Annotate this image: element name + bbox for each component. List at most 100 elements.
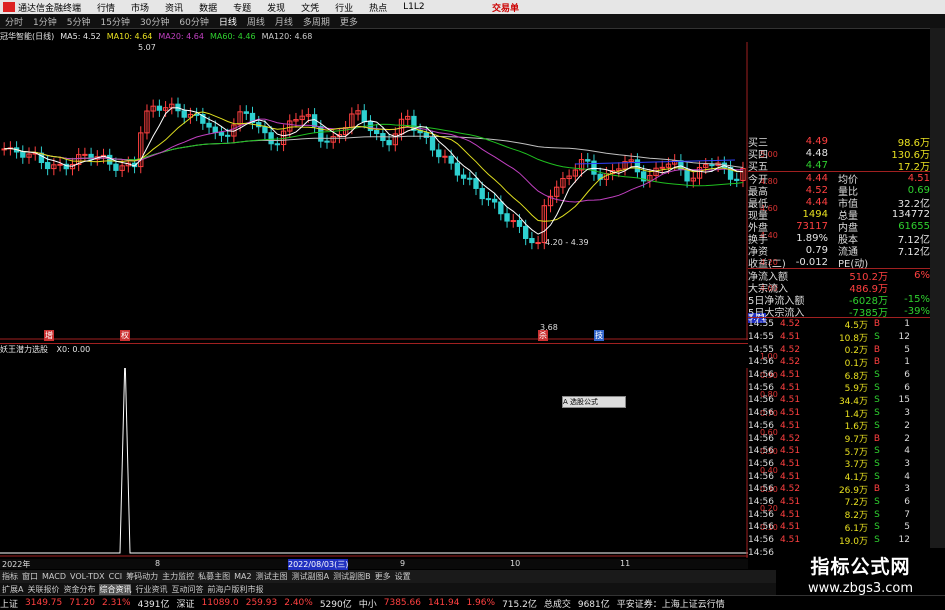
info-tab[interactable]: 前海户版利市报 xyxy=(207,584,263,595)
candle-body xyxy=(684,168,690,182)
tick-row: 14:56 4.51 7.2万 S 6 xyxy=(748,496,910,509)
menu-item-industry[interactable]: 行业 xyxy=(335,1,353,14)
event-marker[interactable]: 技 xyxy=(594,330,604,341)
indicator-tab[interactable]: VOL-TDX xyxy=(70,572,105,581)
period-tab[interactable]: 多周期 xyxy=(303,15,330,28)
candle-body xyxy=(585,159,591,162)
menu-item-quote[interactable]: 行情 xyxy=(97,1,115,14)
menu-bar: 通达信金融终端 行情 市场 资讯 数据 专题 发现 文凭 行业 热点 L1L2 … xyxy=(0,0,945,14)
candle-body xyxy=(709,164,715,167)
tick-row: 14:56 4.51 5.9万 S 6 xyxy=(748,382,910,395)
indicator-tab[interactable]: 更多 xyxy=(375,571,391,582)
menu-item-topic[interactable]: 专题 xyxy=(233,1,251,14)
tick-row: 14:56 4.51 4.1万 S 4 xyxy=(748,471,910,484)
menu-item-market[interactable]: 市场 xyxy=(131,1,149,14)
menu-item-l1l2[interactable]: L1L2 xyxy=(403,2,424,12)
period-tab[interactable]: 更多 xyxy=(340,15,358,28)
right-toolbar[interactable] xyxy=(930,28,945,588)
info-tab[interactable]: 扩展A xyxy=(2,584,23,595)
event-marker[interactable]: 权 xyxy=(120,330,130,341)
tick-row: 14:56 4.51 19.0万 S 12 xyxy=(748,535,910,547)
candle-body xyxy=(659,166,665,169)
event-marker[interactable]: 增 xyxy=(44,330,54,341)
indicator-tab[interactable]: 设置 xyxy=(395,571,411,582)
indicator-tab[interactable]: CCI xyxy=(109,572,123,581)
info-tab[interactable]: 互动问答 xyxy=(171,584,203,595)
tick-row: 14:56 4.51 5.7万 S 4 xyxy=(748,446,910,458)
indicator-name[interactable]: 妖王潜力选股 xyxy=(0,345,48,354)
candle-body xyxy=(448,155,454,164)
candle-body xyxy=(113,163,119,171)
period-tab[interactable]: 分时 xyxy=(5,15,23,28)
indicator-tab[interactable]: 主力监控 xyxy=(162,571,194,582)
candle-body xyxy=(491,198,498,203)
indicator-tab[interactable]: 筹码动力 xyxy=(126,571,158,582)
event-markers: 增 权 杀 技 xyxy=(0,330,748,342)
tick-row: 14:56 4.51 8.2万 S 7 xyxy=(748,509,910,522)
formula-popup[interactable]: A 选股公式 xyxy=(562,396,626,408)
sz-index-change: 259.93 xyxy=(245,598,278,608)
menu-item-discover[interactable]: 发现 xyxy=(267,1,285,14)
period-tab[interactable]: 30分钟 xyxy=(140,15,169,28)
quote-panel: 买三 4.49 98.6万 买四 4.48 130.6万 买五 4.47 17.2万 今开 4… xyxy=(748,135,930,559)
candlestick-chart[interactable]: 5.07 3.68 4.20 - 4.39 5.00 xyxy=(0,42,748,340)
sh-index-value: 3149.75 xyxy=(25,598,63,608)
event-marker[interactable]: 杀 xyxy=(538,330,548,341)
app-title: 通达信金融终端 xyxy=(18,3,82,14)
menu-item-hot[interactable]: 热点 xyxy=(369,1,387,14)
sz-index-amount: 5290亿 xyxy=(319,599,352,610)
candle-body xyxy=(734,178,740,181)
indicator-tab[interactable]: 窗口 xyxy=(22,571,38,582)
indicator-header: 妖王潜力选股 X0: 0.00 xyxy=(0,343,748,356)
period-tab[interactable]: 周线 xyxy=(247,15,265,28)
period-tab[interactable]: 1分钟 xyxy=(33,15,57,28)
info-tab-active[interactable]: 综合资讯 xyxy=(99,584,132,595)
date-axis-tick: 11 xyxy=(620,559,631,568)
indicator-tab[interactable]: 指标 xyxy=(2,571,18,582)
ma10-label: MA10: 4.64 xyxy=(106,31,153,41)
candle-body xyxy=(498,201,504,215)
info-tab[interactable]: 行业资讯 xyxy=(135,584,167,595)
period-tab[interactable]: 15分钟 xyxy=(100,15,129,28)
sh-index-name[interactable]: 上证 xyxy=(0,597,18,610)
menu-item-data[interactable]: 数据 xyxy=(199,1,217,14)
ma60-label: MA60: 4.46 xyxy=(209,31,256,41)
period-tab-active[interactable]: 日线 xyxy=(219,15,237,28)
candle-body xyxy=(386,140,392,146)
news-ticker[interactable]: 平安证券：上海上证云行情 xyxy=(617,597,725,610)
menu-item-news[interactable]: 资讯 xyxy=(165,1,183,14)
indicator-tab[interactable]: 测试副图B xyxy=(333,571,371,582)
indicator-tab[interactable]: 私募主图 xyxy=(198,571,230,582)
indicator-tab[interactable]: 测试副图A xyxy=(292,571,329,582)
indicator-chart[interactable] xyxy=(0,368,748,558)
trade-button[interactable]: 交易单 xyxy=(492,1,519,14)
sz-index-name[interactable]: 深证 xyxy=(177,597,195,610)
zx-index-value: 7385.66 xyxy=(383,598,421,608)
zx-index-amount: 715.2亿 xyxy=(502,599,537,610)
zx-index-change: 141.94 xyxy=(427,598,460,608)
candle-body xyxy=(156,105,163,111)
period-tab[interactable]: 60分钟 xyxy=(179,15,208,28)
tick-row: 14:56 4.51 1.4万 S 3 xyxy=(748,408,910,420)
ma60-line xyxy=(4,123,744,187)
candle-body xyxy=(20,151,26,158)
info-tab[interactable]: 关联报价 xyxy=(27,584,59,595)
indicator-tab[interactable]: MA2 xyxy=(234,572,251,581)
info-tab[interactable]: 资金分布 xyxy=(63,584,95,595)
menu-item-doc[interactable]: 文凭 xyxy=(301,1,319,14)
total-turnover-label: 总成交 xyxy=(543,599,571,610)
candle-body xyxy=(44,162,51,170)
candle-body xyxy=(262,126,268,134)
indicator-tab[interactable]: MACD xyxy=(42,572,66,581)
indicator-spike-line xyxy=(0,368,748,554)
zx-index-name[interactable]: 中小 xyxy=(359,597,377,610)
ma5-label: MA5: 4.52 xyxy=(60,31,101,41)
period-tab[interactable]: 5分钟 xyxy=(67,15,91,28)
tick-row: 14:56 4.52 26.9万 B 3 xyxy=(748,484,910,496)
candle-body xyxy=(436,149,442,158)
tick-row: 14:56 4.51 1.6万 S 2 xyxy=(748,420,910,433)
period-tab[interactable]: 月线 xyxy=(275,15,293,28)
indicator-tab[interactable]: 测试主图 xyxy=(256,571,288,582)
candle-body xyxy=(467,177,473,180)
candle-body xyxy=(206,122,212,128)
